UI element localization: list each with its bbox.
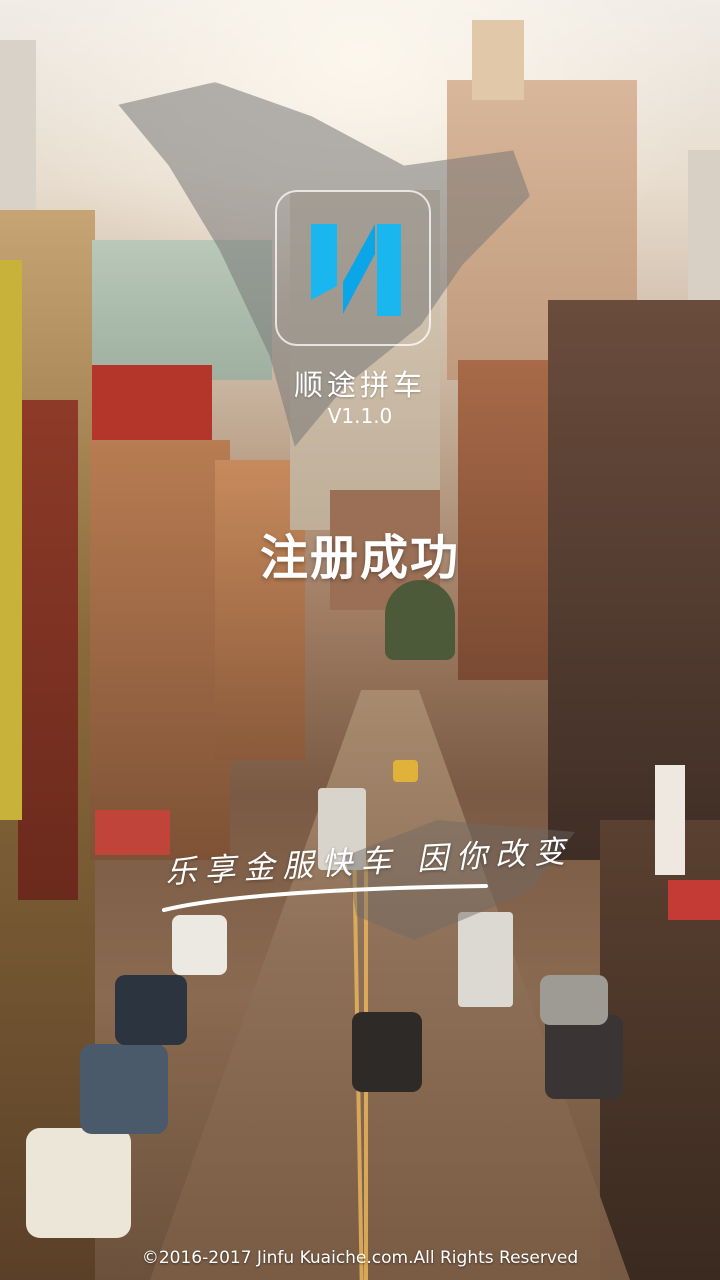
registration-success-message: 注册成功 (259, 530, 460, 586)
building-right-top (472, 20, 524, 100)
car-dark-right (545, 1015, 623, 1099)
car-blue-left (80, 1044, 168, 1134)
truck-white (458, 912, 513, 1007)
app-logo-icon (311, 224, 401, 316)
app-version: V1.1.0 (327, 404, 393, 428)
trees (385, 580, 455, 660)
app-logo (275, 190, 431, 346)
building-left-awning (95, 810, 170, 855)
building-right-far (688, 150, 720, 310)
car-left-3 (172, 915, 227, 975)
copyright-footer: ©2016-2017 Jinfu Kuaiche.com.All Rights … (141, 1248, 579, 1268)
building-left-3 (90, 440, 230, 860)
sign-right-white (655, 765, 685, 875)
car-dark (352, 1012, 422, 1092)
app-name: 顺途拼车 (293, 368, 426, 402)
car-taxi (393, 760, 418, 782)
sign-right-red (668, 880, 720, 920)
car-left-2 (115, 975, 187, 1045)
building-left-red (18, 400, 78, 900)
car-white-left (26, 1128, 131, 1238)
slogan-underline-stroke (162, 884, 488, 912)
car-right-2 (540, 975, 608, 1025)
